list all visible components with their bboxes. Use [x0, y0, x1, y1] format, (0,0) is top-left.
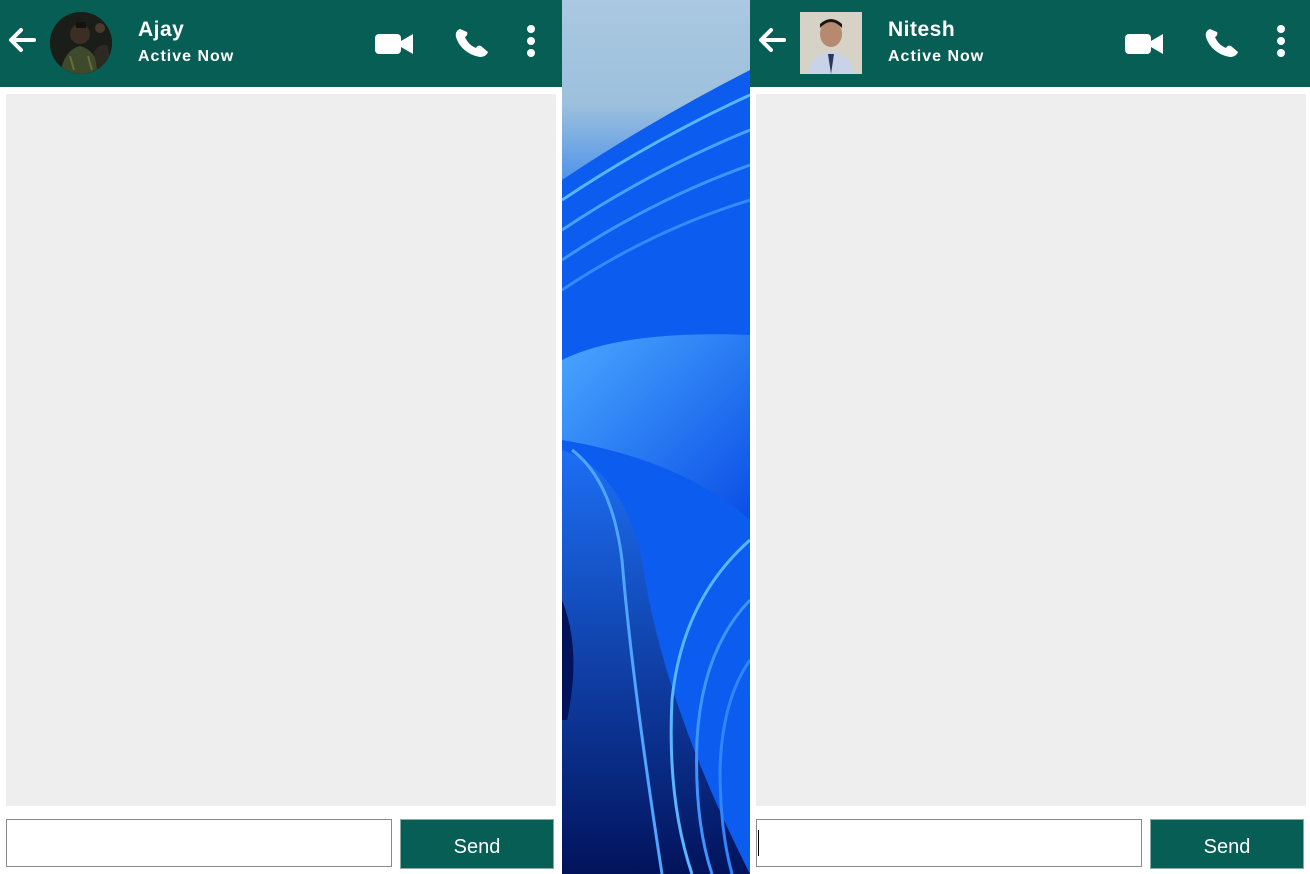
- message-input[interactable]: [6, 819, 392, 867]
- voice-call-icon[interactable]: [454, 27, 490, 59]
- contact-name: Ajay: [138, 18, 185, 41]
- more-options-icon[interactable]: [1273, 24, 1289, 58]
- back-arrow-icon[interactable]: [758, 27, 786, 53]
- more-options-icon[interactable]: [523, 24, 539, 58]
- chat-window-nitesh: Nitesh Active Now Send: [750, 0, 1310, 874]
- avatar-image: [800, 12, 862, 74]
- voice-call-icon[interactable]: [1204, 27, 1240, 59]
- message-input[interactable]: [756, 819, 1142, 867]
- back-arrow-icon[interactable]: [8, 27, 36, 53]
- send-button[interactable]: Send: [1150, 819, 1304, 869]
- video-call-icon[interactable]: [374, 31, 414, 57]
- avatar[interactable]: [50, 12, 112, 74]
- chat-window-ajay: Ajay Active Now Send: [0, 0, 562, 874]
- chat-header: Ajay Active Now: [0, 0, 562, 87]
- contact-status: Active Now: [888, 48, 985, 65]
- message-area: [6, 94, 556, 806]
- text-caret: [758, 830, 759, 856]
- message-area: [756, 94, 1306, 806]
- contact-name: Nitesh: [888, 18, 956, 41]
- chat-header: Nitesh Active Now: [750, 0, 1310, 87]
- video-call-icon[interactable]: [1124, 31, 1164, 57]
- avatar[interactable]: [800, 12, 862, 74]
- send-button[interactable]: Send: [400, 819, 554, 869]
- contact-status: Active Now: [138, 48, 235, 65]
- avatar-image: [50, 12, 112, 74]
- desktop-wallpaper: [562, 0, 750, 874]
